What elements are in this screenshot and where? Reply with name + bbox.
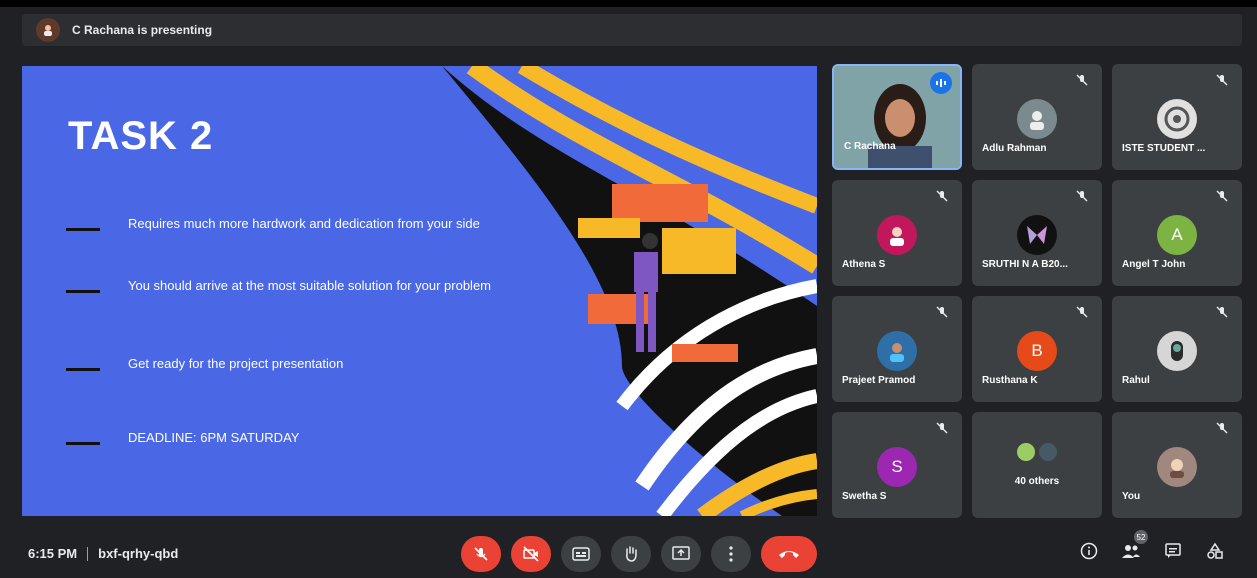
participant-tile-swetha-s[interactable]: S Swetha S bbox=[832, 412, 962, 518]
bullet-text: Requires much more hardwork and dedicati… bbox=[128, 216, 480, 231]
captions-button[interactable] bbox=[561, 536, 601, 572]
mic-off-icon bbox=[1216, 422, 1228, 434]
participant-name: C Rachana bbox=[844, 141, 896, 152]
participant-tile-athena-s[interactable]: Athena S bbox=[832, 180, 962, 286]
participant-name: Angel T John bbox=[1122, 259, 1186, 270]
participant-name: Prajeet Pramod bbox=[842, 375, 916, 386]
end-call-icon bbox=[779, 551, 799, 558]
mic-off-icon bbox=[1076, 306, 1088, 318]
slide-bullet: You should arrive at the most suitable s… bbox=[66, 276, 498, 295]
participant-name: Adlu Rahman bbox=[982, 143, 1047, 154]
top-strip bbox=[0, 0, 1257, 7]
speaking-indicator-icon bbox=[930, 72, 952, 94]
meeting-side-controls: 52 bbox=[1076, 530, 1228, 564]
camera-toggle-button[interactable] bbox=[511, 536, 551, 572]
participant-avatar-letter: S bbox=[877, 447, 917, 488]
activities-icon bbox=[1207, 542, 1223, 559]
more-options-button[interactable] bbox=[711, 536, 751, 572]
participant-tile-iste-student[interactable]: ISTE STUDENT ... bbox=[1112, 64, 1242, 170]
meeting-code: bxf-qrhy-qbd bbox=[98, 546, 179, 561]
info-separator bbox=[87, 546, 89, 561]
participant-tile-you[interactable]: You bbox=[1112, 412, 1242, 518]
participant-grid: C Rachana Adlu Rahman ISTE STUDENT ... A… bbox=[830, 62, 1242, 518]
presenting-banner: C Rachana is presenting bbox=[22, 14, 1242, 46]
presenter-avatar bbox=[36, 18, 60, 42]
raise-hand-button[interactable] bbox=[611, 536, 651, 572]
participant-avatar-letter: B bbox=[1017, 331, 1057, 372]
bullet-text: Get ready for the project presentation bbox=[128, 356, 344, 371]
participant-tile-prajeet-pramod[interactable]: Prajeet Pramod bbox=[832, 296, 962, 402]
call-controls bbox=[461, 536, 817, 572]
bullet-text: You should arrive at the most suitable s… bbox=[128, 278, 491, 293]
participant-avatar bbox=[1017, 99, 1057, 140]
activities-button[interactable] bbox=[1202, 538, 1228, 564]
participant-tile-sruthi[interactable]: SRUTHI N A B20... bbox=[972, 180, 1102, 286]
mic-off-icon bbox=[474, 547, 488, 561]
slide-bullet: Requires much more hardwork and dedicati… bbox=[66, 214, 498, 233]
bullet-dash bbox=[66, 442, 100, 445]
mic-off-icon bbox=[936, 306, 948, 318]
mic-off-icon bbox=[1076, 190, 1088, 202]
bullet-dash bbox=[66, 228, 100, 231]
participant-tile-angel-t-john[interactable]: A Angel T John bbox=[1112, 180, 1242, 286]
camera-off-icon bbox=[523, 546, 539, 562]
participant-avatar bbox=[877, 215, 917, 256]
captions-icon bbox=[572, 547, 590, 561]
slide-bullet: DEADLINE: 6PM SATURDAY bbox=[66, 428, 498, 447]
participant-name: Rusthana K bbox=[982, 375, 1038, 386]
mic-off-icon bbox=[1076, 74, 1088, 86]
participant-tile-others[interactable]: 40 others bbox=[972, 412, 1102, 518]
mic-off-icon bbox=[1216, 74, 1228, 86]
others-count-label: 40 others bbox=[1014, 476, 1060, 487]
others-avatar-stack bbox=[1016, 442, 1058, 462]
bullet-dash bbox=[66, 368, 100, 371]
participant-name: Swetha S bbox=[842, 491, 887, 502]
people-icon bbox=[1122, 545, 1140, 558]
raise-hand-icon bbox=[626, 546, 637, 562]
participant-avatar bbox=[1157, 447, 1197, 488]
participant-tile-adlu-rahman[interactable]: Adlu Rahman bbox=[972, 64, 1102, 170]
participant-name: Rahul bbox=[1122, 375, 1150, 386]
mic-toggle-button[interactable] bbox=[461, 536, 501, 572]
end-call-button[interactable] bbox=[761, 536, 817, 572]
mic-off-icon bbox=[936, 422, 948, 434]
participant-avatar-letter: A bbox=[1157, 215, 1197, 256]
shared-slide: TASK 2 Requires much more hardwork and d… bbox=[22, 66, 817, 516]
bullet-text: DEADLINE: 6PM SATURDAY bbox=[128, 430, 300, 445]
chat-icon bbox=[1165, 543, 1181, 558]
participant-avatar bbox=[877, 331, 917, 372]
mic-off-icon bbox=[1216, 306, 1228, 318]
people-button[interactable]: 52 bbox=[1118, 530, 1148, 564]
slide-title: TASK 2 bbox=[68, 114, 214, 158]
participant-tile-rahul[interactable]: Rahul bbox=[1112, 296, 1242, 402]
participant-name: ISTE STUDENT ... bbox=[1122, 143, 1206, 154]
mic-off-icon bbox=[1216, 190, 1228, 202]
meeting-details-button[interactable] bbox=[1076, 538, 1102, 564]
more-vert-icon bbox=[729, 546, 733, 562]
present-button[interactable] bbox=[661, 536, 701, 572]
participant-avatar bbox=[1017, 215, 1057, 256]
bullet-dash bbox=[66, 290, 100, 293]
chat-button[interactable] bbox=[1160, 538, 1186, 564]
mic-off-icon bbox=[936, 190, 948, 202]
present-screen-icon bbox=[672, 546, 690, 560]
participant-tile-c-rachana[interactable]: C Rachana bbox=[832, 64, 962, 170]
participant-name: Athena S bbox=[842, 259, 886, 270]
slide-bullet: Get ready for the project presentation bbox=[66, 354, 498, 373]
participant-tile-rusthana-k[interactable]: B Rusthana K bbox=[972, 296, 1102, 402]
participant-count-badge: 52 bbox=[1134, 530, 1148, 544]
participant-avatar bbox=[1157, 99, 1197, 140]
presenting-label: C Rachana is presenting bbox=[72, 23, 213, 37]
meeting-info: 6:15 PM bxf-qrhy-qbd bbox=[28, 546, 178, 561]
participant-avatar bbox=[1157, 331, 1197, 372]
participant-name: You bbox=[1122, 491, 1141, 502]
bottom-control-bar: 6:15 PM bxf-qrhy-qbd 52 bbox=[0, 530, 1257, 578]
info-icon bbox=[1080, 542, 1098, 560]
participant-name: SRUTHI N A B20... bbox=[982, 259, 1068, 270]
clock-time: 6:15 PM bbox=[28, 546, 78, 561]
